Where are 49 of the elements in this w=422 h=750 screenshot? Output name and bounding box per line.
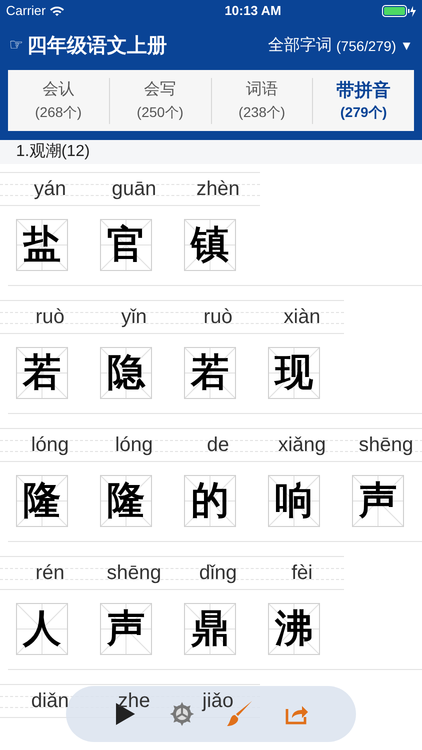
pointer-icon: ☞ xyxy=(9,34,23,58)
share-icon xyxy=(285,703,310,725)
settings-icon xyxy=(170,702,194,726)
battery-icon xyxy=(382,5,416,17)
character-tile[interactable]: 人 xyxy=(16,603,68,655)
book-title: 四年级语文上册 xyxy=(27,34,167,59)
status-time: 10:13 AM xyxy=(224,2,282,20)
character-tile[interactable]: 声 xyxy=(100,603,152,655)
filter-dropdown[interactable]: 全部字词 (756/279) ▼ xyxy=(268,34,413,58)
pinyin-label: yǐn xyxy=(120,305,148,329)
pinyin-label: de xyxy=(206,433,230,457)
character-tile[interactable]: 镇 xyxy=(184,219,236,271)
pinyin-label: dǐng xyxy=(198,561,238,585)
pinyin-label: ruò xyxy=(34,305,66,329)
carrier-label: Carrier xyxy=(6,2,46,20)
pinyin-label: rén xyxy=(34,561,66,585)
character-tile[interactable]: 若 xyxy=(184,347,236,399)
wifi-icon xyxy=(50,6,64,16)
category-tab[interactable]: 词语 (238个) xyxy=(212,78,312,124)
character-tile[interactable]: 隆 xyxy=(100,475,152,527)
character-tile[interactable]: 盐 xyxy=(16,219,68,271)
pinyin-label: jiǎo xyxy=(200,689,235,713)
category-tab[interactable]: 带拼音 (279个) xyxy=(313,78,414,124)
category-tab[interactable]: 会写 (250个) xyxy=(110,78,210,124)
character-tile[interactable]: 官 xyxy=(100,219,152,271)
pinyin-label: diǎn xyxy=(30,689,70,713)
pinyin-label: ruò xyxy=(202,305,234,329)
pinyin-label: xiǎng xyxy=(277,433,327,457)
character-tile[interactable]: 隐 xyxy=(100,347,152,399)
pinyin-label: lóng xyxy=(114,433,154,457)
character-tile[interactable]: 现 xyxy=(268,347,320,399)
character-tile[interactable]: 响 xyxy=(268,475,320,527)
pinyin-label: shēng xyxy=(106,561,162,585)
pinyin-label: guān xyxy=(110,177,158,201)
lesson-title: 1.观潮(12) xyxy=(16,142,90,162)
pinyin-label: zhèn xyxy=(195,177,241,201)
character-tile[interactable]: 若 xyxy=(16,347,68,399)
character-tile[interactable]: 声 xyxy=(352,475,404,527)
character-tile[interactable]: 隆 xyxy=(16,475,68,527)
character-tile[interactable]: 的 xyxy=(184,475,236,527)
pinyin-label: lóng xyxy=(30,433,70,457)
pinyin-label: zhe xyxy=(116,689,152,713)
pinyin-label: yán xyxy=(32,177,68,201)
category-tab[interactable]: 会认 (268个) xyxy=(8,78,109,124)
character-tile[interactable]: 沸 xyxy=(268,603,320,655)
pinyin-label: fèi xyxy=(290,561,314,585)
pinyin-label: shēng xyxy=(358,433,414,457)
character-tile[interactable]: 鼎 xyxy=(184,603,236,655)
pinyin-label: xiàn xyxy=(282,305,322,329)
